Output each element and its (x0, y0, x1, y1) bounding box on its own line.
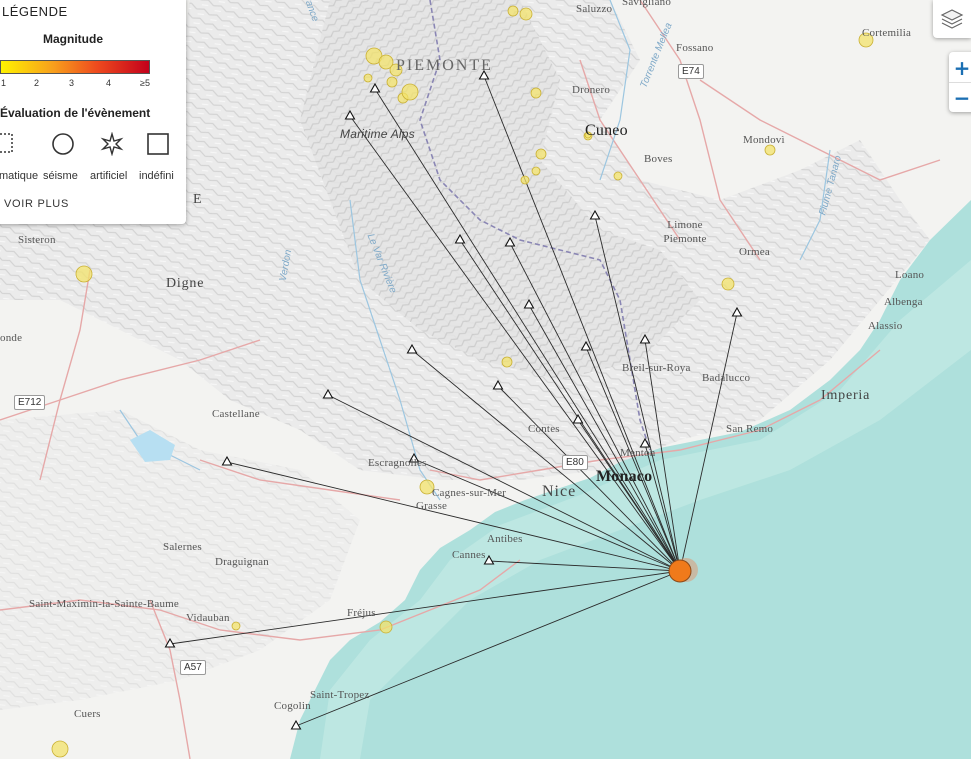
road-e80: E80 (562, 455, 588, 470)
label-cuers: Cuers (74, 708, 101, 720)
earthquake-event[interactable] (51, 740, 69, 758)
label-escragnolles: Escragnolles (368, 457, 427, 469)
earthquake-event[interactable] (531, 166, 541, 176)
earthquake-event[interactable] (379, 620, 393, 634)
label-monaco: Monaco (596, 468, 653, 485)
label-cogolin: Cogolin (274, 700, 311, 712)
earthquake-event[interactable] (519, 7, 533, 21)
road-a57: A57 (180, 660, 206, 675)
label-salernes: Salernes (163, 541, 202, 553)
earthquake-event[interactable] (764, 144, 776, 156)
earthquake-event[interactable] (507, 5, 519, 17)
label-ormea: Ormea (739, 246, 770, 258)
label-artificial: artificiel (90, 170, 128, 182)
earthquake-event[interactable] (401, 83, 419, 101)
evaluation-title: Évaluation de l'évènement (0, 106, 151, 120)
magnitude-tick: 3 (69, 78, 75, 88)
artificial-star-icon (100, 132, 124, 156)
earthquake-event[interactable] (386, 76, 398, 88)
earthquake-event[interactable] (231, 621, 241, 631)
label-menton: Menton (620, 447, 656, 459)
label-mondovi: Mondovì (743, 134, 785, 146)
label-antibes: Antibes (487, 533, 523, 545)
label-sisteron: Sisteron (18, 234, 56, 246)
see-more-link[interactable]: VOIR PLUS (4, 198, 69, 210)
label-saluzzo: Saluzzo (576, 3, 613, 15)
label-limone: Limone Piemonte (663, 219, 707, 245)
label-cagnes: Cagnes-sur-Mer (432, 487, 507, 499)
label-cuneo: Cuneo (585, 122, 628, 139)
magnitude-tick: 4 (106, 78, 112, 88)
label-albenga: Albenga (884, 296, 923, 308)
label-fossano: Fossano (676, 42, 714, 54)
label-breil: Breil-sur-Roya (622, 362, 691, 374)
label-earthquake: séisme (43, 170, 78, 182)
label-onde: onde (0, 332, 23, 344)
earthquake-event[interactable] (75, 265, 93, 283)
label-nice: Nice (542, 483, 577, 500)
zoom-control: + − (949, 52, 971, 112)
label-cortemilia: Cortemilia (862, 27, 912, 39)
magnitude-tick: ≥5 (140, 78, 150, 88)
legend-panel: LÉGENDE Magnitude 1 2 3 4 ≥5 Évaluation … (0, 0, 186, 224)
undefined-square-icon (147, 133, 169, 155)
zoom-out-button[interactable]: − (949, 83, 971, 112)
magnitude-title: Magnitude (43, 32, 103, 46)
label-alassio: Alassio (868, 320, 903, 332)
earthquake-event[interactable] (535, 148, 547, 160)
label-savigliano: Savigliano (622, 0, 672, 8)
earthquake-event[interactable] (520, 175, 530, 185)
label-saint-maximin: Saint-Maximin-la-Sainte-Baume (29, 598, 179, 610)
label-saint-tropez: Saint-Tropez (310, 689, 370, 701)
label-draguignan: Draguignan (215, 556, 269, 568)
road-e74: E74 (678, 64, 704, 79)
earthquake-event[interactable] (613, 171, 623, 181)
label-frejus: Fréjus (347, 607, 376, 619)
label-sanremo: San Remo (726, 423, 774, 435)
label-maritime-alps: Maritime Alps (340, 127, 415, 141)
layers-icon (940, 9, 964, 29)
label-e-letter: E (193, 192, 203, 207)
earthquake-event[interactable] (530, 87, 542, 99)
magnitude-tick: 1 (1, 78, 7, 88)
automatic-icon (0, 133, 13, 153)
zoom-in-button[interactable]: + (949, 53, 971, 83)
layers-button[interactable] (933, 0, 971, 38)
label-boves: Boves (644, 153, 673, 165)
label-vidauban: Vidauban (186, 612, 230, 624)
epicenter-marker[interactable] (668, 559, 692, 583)
earthquake-circle-icon (52, 133, 74, 155)
label-grasse: Grasse (416, 500, 448, 512)
label-imperia: Imperia (821, 388, 871, 403)
earthquake-event[interactable] (501, 356, 513, 368)
label-castellane: Castellane (212, 408, 260, 420)
label-automatic: matique (0, 170, 39, 182)
label-cannes: Cannes (452, 549, 486, 561)
label-piemonte: PIEMONTE (396, 57, 493, 74)
earthquake-event[interactable] (721, 277, 735, 291)
road-e712: E712 (14, 395, 46, 410)
earthquake-event[interactable] (363, 73, 373, 83)
label-digne: Digne (166, 276, 205, 291)
label-contes: Contes (528, 423, 560, 435)
magnitude-tick: 2 (34, 78, 40, 88)
legend-title: LÉGENDE (2, 4, 68, 19)
label-undefined: indéfini (139, 170, 174, 182)
label-dronero: Dronero (572, 84, 611, 96)
label-badalucco: Badalucco (702, 372, 751, 384)
label-loano: Loano (895, 269, 925, 281)
magnitude-color-scale (0, 60, 150, 74)
